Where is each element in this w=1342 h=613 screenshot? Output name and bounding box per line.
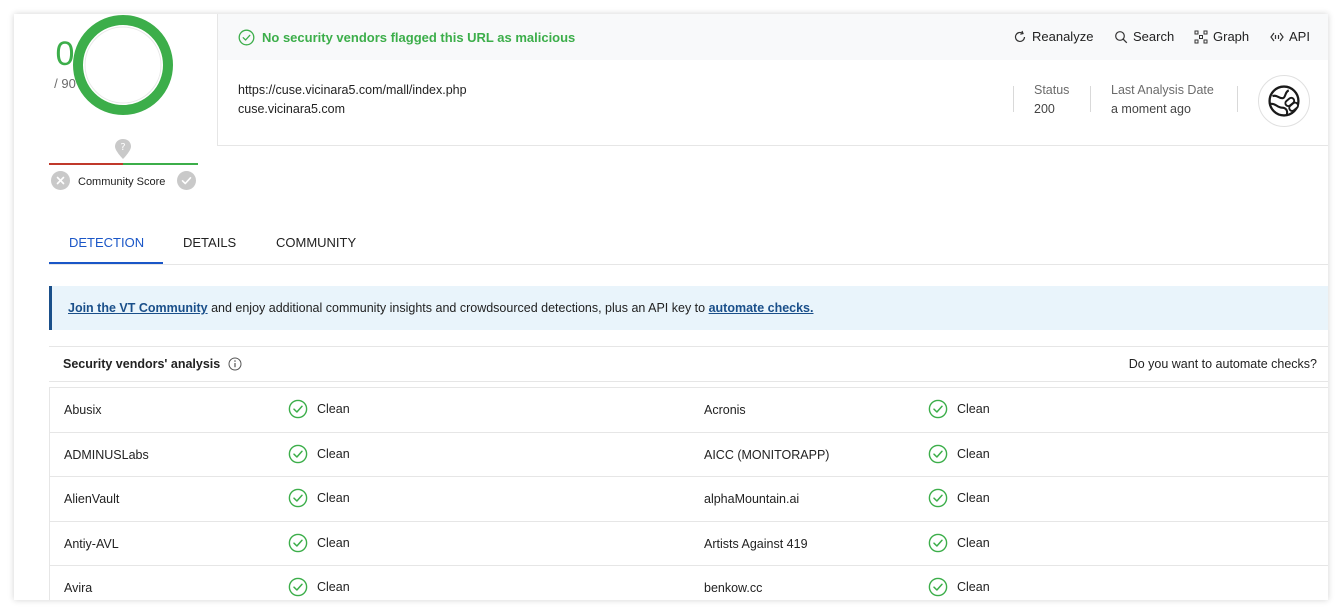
vendor-name[interactable]: ADMINUSLabs xyxy=(64,448,149,462)
check-circle-icon xyxy=(288,533,308,552)
vendor-result: Clean xyxy=(288,399,350,419)
check-circle-icon xyxy=(928,533,948,552)
analysis-date-label: Last Analysis Date xyxy=(1111,83,1214,97)
check-circle-icon xyxy=(928,577,948,597)
graph-label: Graph xyxy=(1213,29,1250,44)
tab-detection[interactable]: DETECTION xyxy=(69,235,144,250)
vendor-result: Clean xyxy=(928,488,990,508)
verdict-message: No security vendors flagged this URL as … xyxy=(238,29,575,46)
api-button[interactable]: API xyxy=(1270,29,1310,44)
refresh-icon xyxy=(1014,30,1026,42)
result-text: Clean xyxy=(957,446,990,461)
result-text: Clean xyxy=(317,402,350,416)
result-text: Clean xyxy=(957,535,990,550)
check-icon xyxy=(181,177,192,185)
table-row: Avira Clean benkow.cc Clean xyxy=(50,566,1328,600)
reanalyze-label: Reanalyze xyxy=(1032,29,1094,44)
report-panel: 0 / 90 ? Community Score No security ven… xyxy=(14,14,1328,600)
api-icon xyxy=(1270,32,1284,41)
automate-checks-prompt[interactable]: Do you want to automate checks? xyxy=(1129,357,1317,371)
automate-checks-link[interactable]: automate checks. xyxy=(709,301,814,315)
result-text: Clean xyxy=(317,446,350,461)
detection-count: 0 xyxy=(55,35,75,73)
check-circle-icon xyxy=(288,444,308,463)
vendor-name[interactable]: benkow.cc xyxy=(704,581,762,595)
tab-divider xyxy=(49,264,1328,265)
community-banner: Join the VT Community and enjoy addition… xyxy=(49,286,1328,330)
meta-divider xyxy=(1090,86,1091,112)
check-circle-icon xyxy=(288,399,308,419)
vendor-result: Clean xyxy=(928,533,990,553)
graph-icon xyxy=(1194,30,1208,43)
result-text: Clean xyxy=(957,580,990,594)
table-row: Abusix Clean Acronis Clean xyxy=(50,388,1328,433)
scanned-url[interactable]: https://cuse.vicinara5.com/mall/index.ph… xyxy=(238,83,467,97)
vendors-table-header: Security vendors' analysis Do you want t… xyxy=(49,347,1328,381)
close-icon xyxy=(56,176,65,185)
scanned-domain[interactable]: cuse.vicinara5.com xyxy=(238,102,345,116)
vendor-name[interactable]: Artists Against 419 xyxy=(704,537,808,551)
banner-text: Join the VT Community and enjoy addition… xyxy=(68,301,814,315)
banner-message: and enjoy additional community insights … xyxy=(207,301,709,315)
vendor-name[interactable]: AlienVault xyxy=(64,492,119,506)
vendors-title-text: Security vendors' analysis xyxy=(63,357,221,371)
table-row: ADMINUSLabs Clean AICC (MONITORAPP) Clean xyxy=(50,433,1328,477)
header-divider xyxy=(217,14,218,146)
check-circle-icon xyxy=(928,399,948,419)
table-row: Antiy-AVL Clean Artists Against 419 Clean xyxy=(50,522,1328,566)
vendors-table-body: Abusix Clean Acronis Clean ADMINUSLabs Clean A… xyxy=(49,387,1328,600)
vendor-result: Clean xyxy=(928,577,990,597)
vendor-result: Clean xyxy=(288,488,350,508)
search-label: Search xyxy=(1133,29,1175,44)
table-header-border xyxy=(49,381,1328,382)
vendor-result: Clean xyxy=(928,399,990,419)
vendor-name[interactable]: Acronis xyxy=(704,403,746,417)
analysis-date-value: a moment ago xyxy=(1111,102,1191,116)
vendor-result: Clean xyxy=(288,533,350,553)
vendors-table-title: Security vendors' analysis xyxy=(63,357,242,371)
community-score-bar-negative xyxy=(49,163,123,165)
result-text: Clean xyxy=(317,491,350,505)
check-circle-icon xyxy=(238,29,255,46)
vendor-result: Clean xyxy=(928,444,990,464)
tab-details[interactable]: DETAILS xyxy=(183,235,236,250)
join-community-link[interactable]: Join the VT Community xyxy=(68,301,208,315)
graph-button[interactable]: Graph xyxy=(1194,29,1249,44)
result-text: Clean xyxy=(317,535,350,550)
vendor-name[interactable]: AICC (MONITORAPP) xyxy=(704,448,829,462)
svg-text:?: ? xyxy=(120,142,125,153)
meta-divider xyxy=(1013,86,1014,112)
url-type-icon xyxy=(1258,75,1310,127)
table-row: AlienVault Clean alphaMountain.ai Clean xyxy=(50,477,1328,522)
reanalyze-button[interactable]: Reanalyze xyxy=(1013,29,1093,44)
check-circle-icon xyxy=(288,488,308,508)
vote-harmful-button[interactable] xyxy=(51,171,70,190)
vendor-result: Clean xyxy=(288,444,350,464)
search-icon xyxy=(1115,30,1128,43)
status-label: Status xyxy=(1034,83,1070,97)
verdict-text: No security vendors flagged this URL as … xyxy=(262,30,576,45)
result-text: Clean xyxy=(957,491,990,505)
result-text: Clean xyxy=(317,580,350,594)
search-button[interactable]: Search xyxy=(1114,29,1174,44)
vendor-name[interactable]: Abusix xyxy=(64,403,102,417)
vendor-name[interactable]: Antiy-AVL xyxy=(64,537,119,551)
vote-harmless-button[interactable] xyxy=(177,171,196,190)
check-circle-icon xyxy=(928,488,948,508)
vendor-name[interactable]: alphaMountain.ai xyxy=(704,492,799,506)
vendor-name[interactable]: Avira xyxy=(64,581,92,595)
status-value: 200 xyxy=(1034,102,1055,116)
community-score-label: Community Score xyxy=(78,176,166,188)
meta-divider xyxy=(1237,86,1238,112)
check-circle-icon xyxy=(288,577,308,597)
question-marker-icon: ? xyxy=(115,139,131,159)
result-text: Clean xyxy=(957,402,990,416)
info-icon[interactable] xyxy=(228,357,242,371)
tab-community[interactable]: COMMUNITY xyxy=(276,235,356,250)
api-label: API xyxy=(1289,29,1310,44)
vendor-result: Clean xyxy=(288,577,350,597)
vendor-total: / 90 xyxy=(54,76,76,91)
check-circle-icon xyxy=(928,444,948,463)
